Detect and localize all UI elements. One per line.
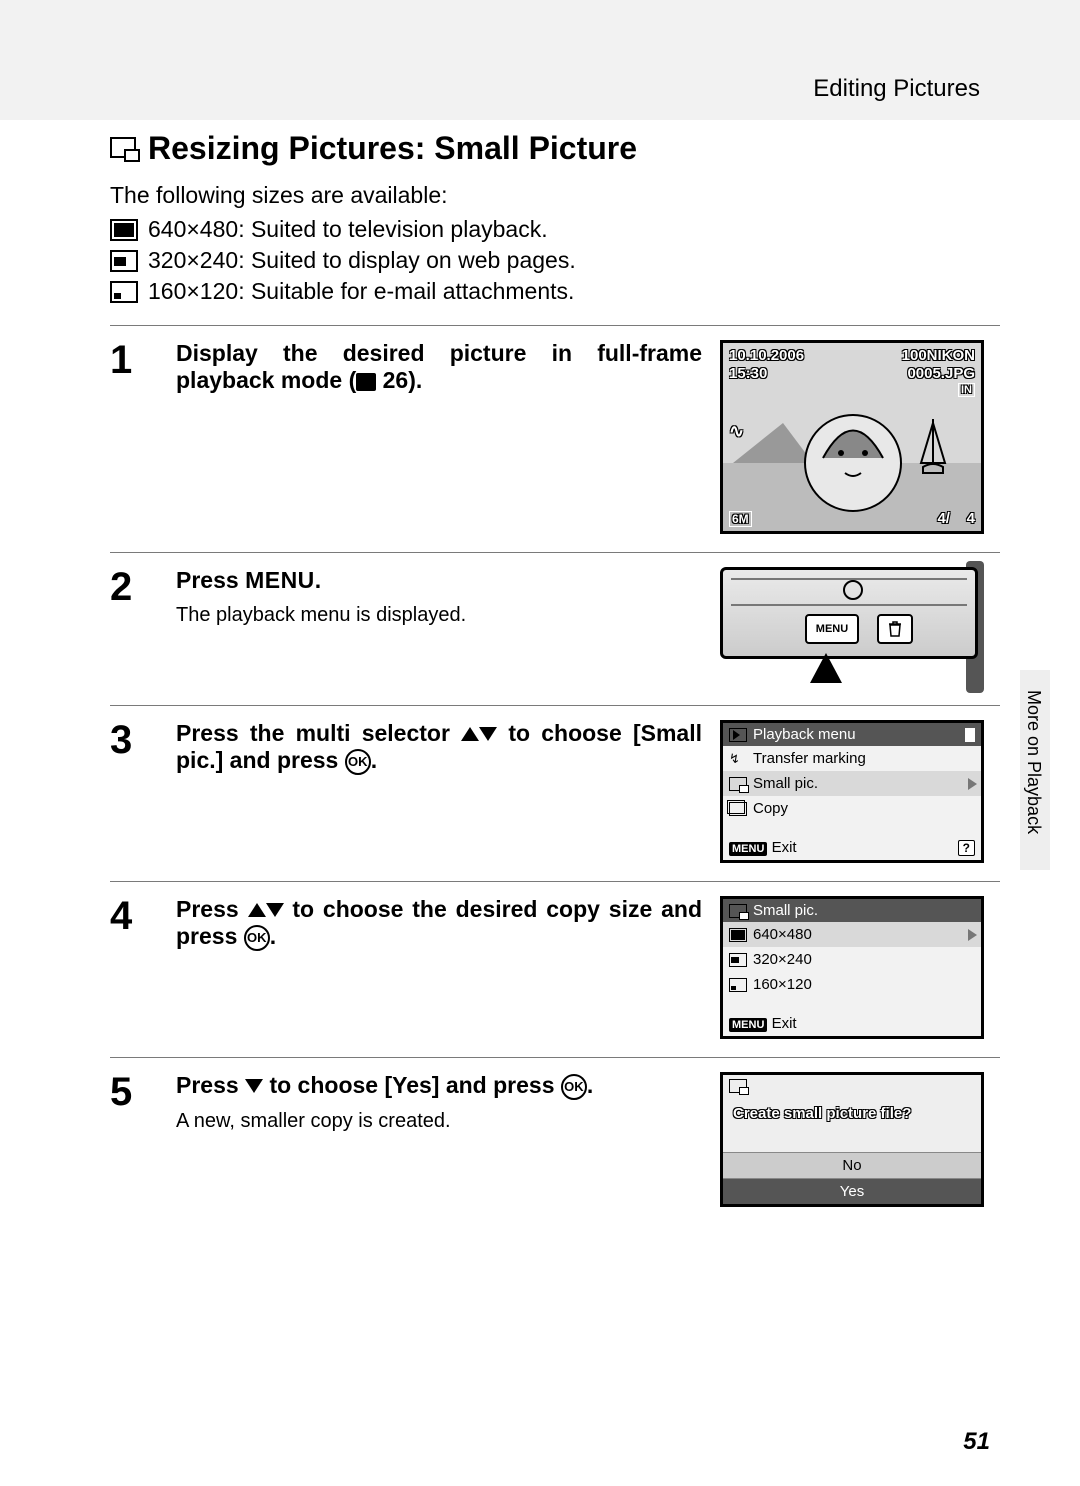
step-2: 2 Press MENU. The playback menu is displ… — [110, 552, 1000, 705]
menu-chip: MENU — [729, 842, 767, 856]
small-picture-icon — [110, 137, 138, 160]
copy-icon — [729, 802, 747, 816]
down-arrow-icon — [245, 1079, 263, 1093]
size-item-320: 320×240 — [723, 947, 981, 972]
shot-time: 15:30 — [729, 365, 767, 382]
transfer-mark-icon: ∿ — [729, 421, 744, 442]
transfer-icon: ↯ — [729, 752, 747, 765]
size-640-icon — [110, 219, 138, 241]
reference-icon — [356, 373, 376, 391]
size-320-desc: Suited to display on web pages. — [251, 247, 576, 273]
size-option-640: 640×480: Suited to television playback. — [110, 216, 1000, 243]
shot-date: 10.10.2006 — [729, 347, 804, 364]
dialog-question: Create small picture file? — [723, 1101, 981, 1152]
size-160-dim: 160×120 — [148, 278, 238, 304]
size-640-desc: Suited to television playback. — [251, 216, 548, 242]
size-640-dim: 640×480 — [148, 216, 238, 242]
size-320-icon — [110, 250, 138, 272]
up-arrow-icon — [248, 903, 266, 917]
step-1-heading: Display the desired picture in full-fram… — [176, 340, 702, 394]
size-option-160: 160×120: Suitable for e-mail attachments… — [110, 278, 1000, 305]
step-1: 1 Display the desired picture in full-fr… — [110, 325, 1000, 552]
step-5: 5 Press to choose [Yes] and press OK. A … — [110, 1057, 1000, 1225]
step-4-number: 4 — [110, 896, 158, 1039]
step-3: 3 Press the multi selector to choose [Sm… — [110, 705, 1000, 881]
smallpic-icon — [729, 904, 747, 918]
step-5-number: 5 — [110, 1072, 158, 1207]
shot-folder: 100NIKON — [902, 347, 975, 364]
playback-menu-screenshot: Playback menu ↯Transfer marking Small pi… — [720, 720, 984, 863]
camera-delete-button — [877, 614, 913, 644]
menu-exit: Exit — [772, 839, 797, 856]
dialog-option-no: No — [723, 1152, 981, 1179]
size-menu-screenshot: Small pic. 640×480 320×240 160×120 MENU … — [720, 896, 984, 1039]
size-item-160: 160×120 — [723, 972, 981, 997]
menu-title: Playback menu — [753, 726, 856, 743]
playback-icon — [729, 728, 747, 742]
size-320-dim: 320×240 — [148, 247, 238, 273]
camera-menu-button: MENU — [805, 614, 859, 644]
ok-button-icon: OK — [244, 925, 270, 951]
shot-memory: IN — [958, 383, 975, 397]
step-5-heading: Press to choose [Yes] and press OK. — [176, 1072, 702, 1100]
step-2-sub: The playback menu is displayed. — [176, 604, 702, 627]
shot-counter: 4/ 4 — [937, 510, 975, 527]
confirm-dialog-screenshot: Create small picture file? No Yes — [720, 1072, 984, 1207]
menu-item-copy: Copy — [723, 796, 981, 821]
smallpic-icon — [729, 1079, 747, 1093]
menu-item-smallpic: Small pic. — [723, 771, 981, 796]
menu-chip: MENU — [729, 1018, 767, 1032]
step-4: 4 Press to choose the desired copy size … — [110, 881, 1000, 1057]
menu-title-bar: Playback menu — [723, 723, 981, 746]
ok-button-icon: OK — [345, 749, 371, 775]
size-320-icon — [729, 953, 747, 967]
shot-quality: 6M — [729, 511, 752, 527]
step-5-sub: A new, smaller copy is created. — [176, 1110, 702, 1133]
dialog-option-yes: Yes — [723, 1179, 981, 1204]
size-item-640: 640×480 — [723, 922, 981, 947]
down-arrow-icon — [479, 727, 497, 741]
down-arrow-icon — [266, 903, 284, 917]
page-title: Resizing Pictures: Small Picture — [110, 130, 1000, 167]
step-3-heading: Press the multi selector to choose [Smal… — [176, 720, 702, 775]
up-arrow-icon — [461, 727, 479, 741]
size-160-icon — [110, 281, 138, 303]
size-160-desc: Suitable for e-mail attachments. — [251, 278, 574, 304]
size-menu-title-bar: Small pic. — [723, 899, 981, 922]
playback-screenshot: 10.10.2006 15:30 100NIKON 0005.JPG IN 6M… — [720, 340, 984, 534]
title-text: Resizing Pictures: Small Picture — [148, 130, 637, 167]
size-menu-title: Small pic. — [753, 902, 818, 919]
dialog-header — [723, 1075, 981, 1101]
shot-file: 0005.JPG — [907, 365, 975, 382]
size-160-icon — [729, 978, 747, 992]
step-3-number: 3 — [110, 720, 158, 863]
smallpic-icon — [729, 777, 747, 791]
size-640-icon — [729, 928, 747, 942]
step-2-number: 2 — [110, 567, 158, 687]
ok-button-icon: OK — [561, 1074, 587, 1100]
menu-label: MENU — [245, 567, 315, 593]
size-menu-exit: Exit — [772, 1015, 797, 1032]
pointer-arrow-icon — [810, 653, 842, 683]
size-option-320: 320×240: Suited to display on web pages. — [110, 247, 1000, 274]
intro-text: The following sizes are available: — [110, 179, 1000, 212]
camera-body-figure: MENU — [720, 567, 978, 687]
page-number: 51 — [963, 1428, 990, 1456]
menu-item-transfer: ↯Transfer marking — [723, 746, 981, 771]
scrollbar-icon — [965, 728, 975, 742]
step-4-heading: Press to choose the desired copy size an… — [176, 896, 702, 951]
step-2-heading: Press MENU. — [176, 567, 702, 594]
step-1-number: 1 — [110, 340, 158, 534]
help-icon: ? — [958, 840, 975, 856]
